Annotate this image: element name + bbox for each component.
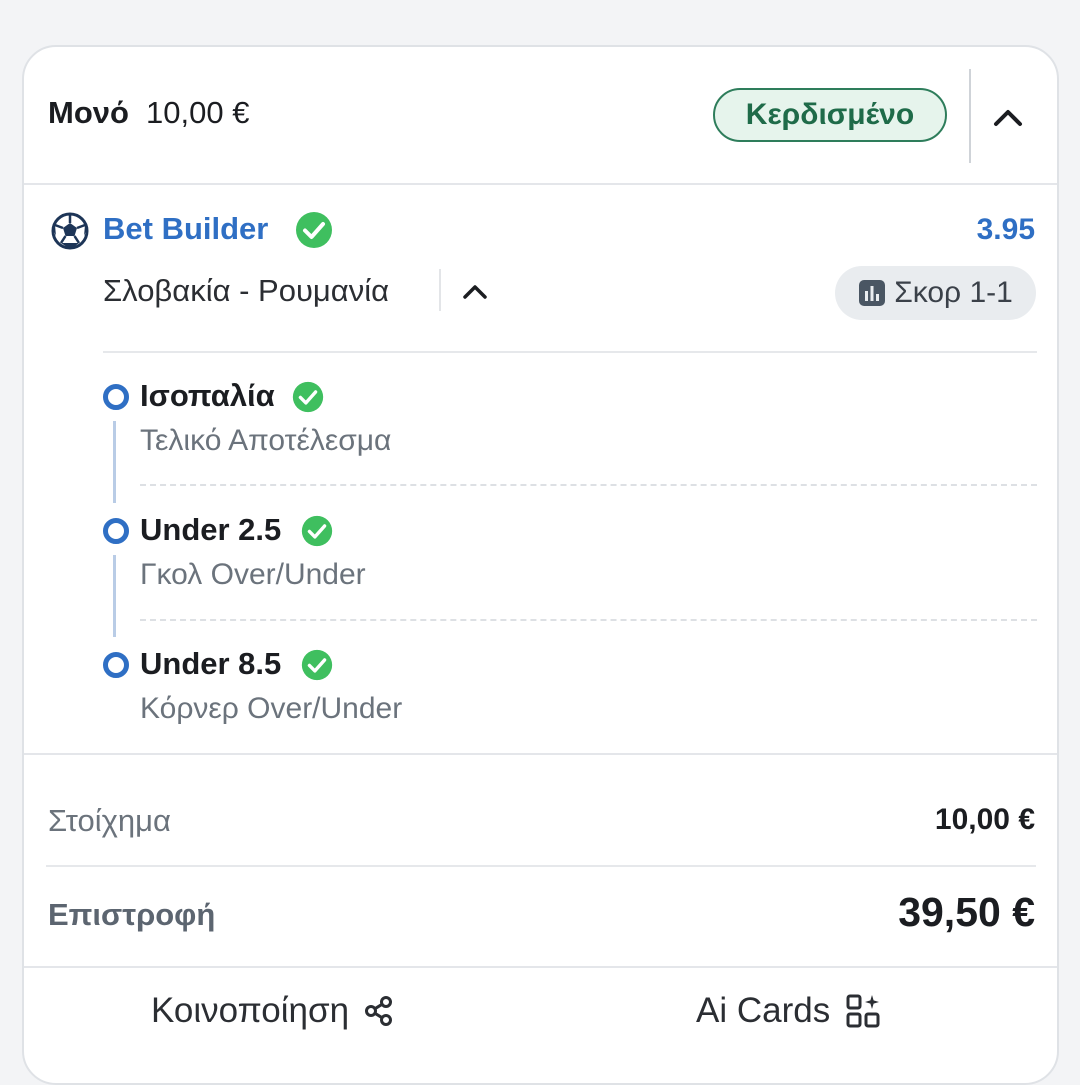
share-button[interactable]: Κοινοποίηση [151, 989, 393, 1033]
selection-divider [140, 619, 1037, 621]
chevron-up-icon [994, 110, 1022, 126]
selection-name: Under 2.5 [140, 512, 282, 547]
bet-type-label: Μονό [48, 95, 129, 130]
selection-market: Κόρνερ Over/Under [140, 692, 403, 725]
bet-builder-label: Bet Builder [103, 211, 269, 246]
divider [46, 865, 1036, 867]
bet-slip-card: Μονό 10,00 € Κερδισμένο Bet Builder 3.95… [22, 45, 1059, 1085]
return-label: Επιστροφή [48, 897, 216, 932]
score-text: Σκορ 1-1 [894, 276, 1013, 309]
match-divider [439, 269, 441, 311]
selection-divider [140, 484, 1037, 486]
match-collapse-button[interactable] [456, 275, 494, 307]
ai-cards-label: Ai Cards [696, 991, 831, 1030]
divider [24, 753, 1057, 755]
total-odds: 3.95 [976, 213, 1035, 246]
builder-won-check-icon [295, 211, 333, 249]
selection-won-check-icon [292, 381, 324, 413]
selection-name: Ισοπαλία [140, 378, 275, 413]
bet-header: Μονό 10,00 € Κερδισμένο [24, 47, 1057, 185]
ai-cards-button[interactable]: Ai Cards [696, 989, 880, 1033]
divider [24, 966, 1057, 968]
return-value: 39,50 € [898, 889, 1035, 935]
header-divider [969, 69, 971, 163]
share-icon [365, 996, 393, 1026]
divider [103, 351, 1037, 353]
chevron-up-icon [463, 285, 487, 299]
selection-market: Τελικό Αποτέλεσμα [140, 424, 392, 457]
selection-marker [103, 384, 129, 410]
soccer-ball-icon [51, 212, 89, 250]
timeline-connector [113, 555, 116, 637]
status-badge: Κερδισμένο [713, 88, 947, 142]
selection-marker [103, 518, 129, 544]
stake-value: 10,00 € [934, 803, 1035, 836]
cards-grid-icon [846, 994, 880, 1028]
collapse-button[interactable] [988, 99, 1028, 135]
timeline-connector [113, 421, 116, 503]
selection-won-check-icon [301, 515, 333, 547]
bet-stake-header: 10,00 € [146, 95, 250, 130]
stats-icon [859, 280, 886, 306]
selection-won-check-icon [301, 649, 333, 681]
share-label: Κοινοποίηση [151, 991, 350, 1030]
selection-marker [103, 652, 129, 678]
stake-label: Στοίχημα [48, 803, 171, 838]
match-name: Σλοβακία - Ρουμανία [103, 273, 390, 308]
selection-name: Under 8.5 [140, 646, 282, 681]
selection-market: Γκολ Over/Under [140, 558, 366, 591]
score-chip[interactable]: Σκορ 1-1 [835, 266, 1036, 320]
